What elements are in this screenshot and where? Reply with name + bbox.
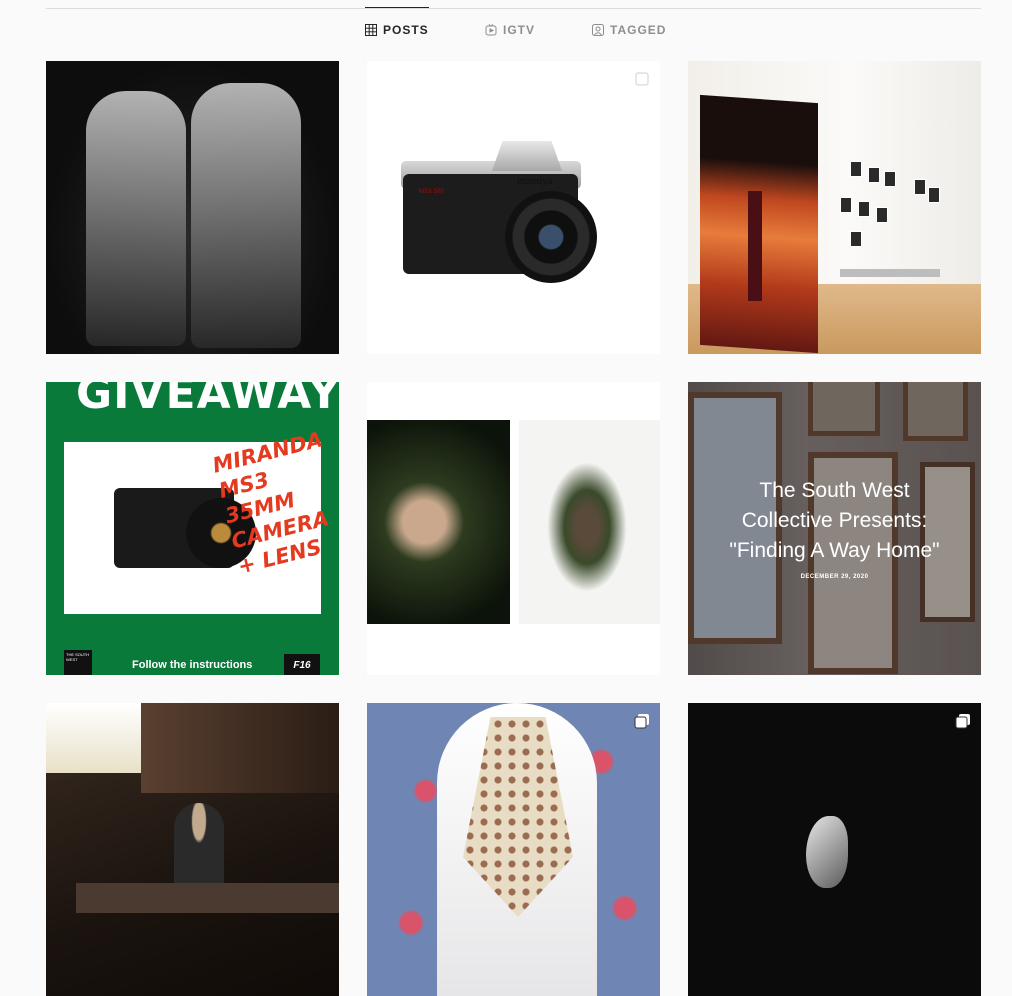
tab-posts[interactable]: POSTS	[365, 7, 429, 52]
gallery-frame	[840, 197, 852, 213]
giveaway-footer: Follow the instructions	[132, 659, 253, 671]
moth	[806, 816, 848, 888]
studio-person	[174, 803, 224, 893]
leaves-plant	[547, 462, 627, 592]
studio-wall	[141, 703, 339, 793]
studio-desk	[76, 883, 339, 913]
gallery-frame	[868, 167, 880, 183]
post-tile-exhibition[interactable]: The South West Collective Presents: "Fin…	[688, 382, 981, 675]
post-tile-camera[interactable]: mamiya MSX 500	[367, 61, 660, 354]
gallery-frame	[884, 171, 896, 187]
tab-tagged-label: TAGGED	[610, 23, 667, 37]
carousel-icon	[955, 714, 970, 729]
camera-lens	[505, 191, 597, 283]
title-line: Collective Presents:	[741, 509, 928, 532]
gallery-frame	[876, 207, 888, 223]
tab-igtv[interactable]: IGTV	[485, 8, 535, 52]
gallery-table	[840, 269, 940, 277]
studio-window	[46, 703, 141, 773]
igtv-icon	[485, 24, 497, 36]
post-tile-giveaway[interactable]: GIVEAWAY MIRANDA MS3 35MM CAMERA + LENS …	[46, 382, 339, 675]
figure-right	[191, 83, 301, 348]
gallery-frame	[850, 231, 862, 247]
post-tile-lace-face[interactable]	[367, 703, 660, 996]
profile-tabs: POSTS IGTV TAGGED	[0, 7, 1012, 52]
camera-model: MSX 500	[419, 189, 444, 195]
post-tile-gallery[interactable]	[688, 61, 981, 354]
gallery-frame	[928, 187, 940, 203]
camera-brand: mamiya	[517, 175, 553, 187]
giveaway-banner: GIVEAWAY	[76, 382, 339, 419]
post-tile-moth[interactable]	[688, 703, 981, 996]
giveaway-logo: THE SOUTH WEST	[64, 650, 92, 675]
post-tile-portrait-leaves[interactable]	[367, 382, 660, 675]
camera-prism	[492, 141, 562, 171]
tab-posts-label: POSTS	[383, 23, 429, 37]
title-line: The South West	[759, 479, 910, 502]
giveaway-badge: F16	[284, 654, 320, 675]
title-line: "Finding A Way Home"	[729, 539, 940, 562]
carousel-icon	[635, 72, 649, 86]
post-tile-figures[interactable]	[46, 61, 339, 354]
tab-igtv-label: IGTV	[503, 23, 536, 37]
figure-left	[86, 91, 186, 346]
post-tile-studio[interactable]	[46, 703, 339, 996]
tagged-icon	[592, 24, 604, 36]
grid-icon	[365, 24, 377, 36]
gallery-frame	[914, 179, 926, 195]
gallery-frame	[850, 161, 862, 177]
exhibition-title: The South West Collective Presents: "Fin…	[688, 476, 981, 566]
exhibition-date: DECEMBER 29, 2020	[800, 574, 869, 580]
tab-tagged[interactable]: TAGGED	[592, 8, 666, 52]
poster-tree	[748, 191, 762, 301]
portrait-photo	[367, 420, 510, 624]
carousel-icon	[634, 714, 649, 729]
gallery-frame	[858, 201, 870, 217]
